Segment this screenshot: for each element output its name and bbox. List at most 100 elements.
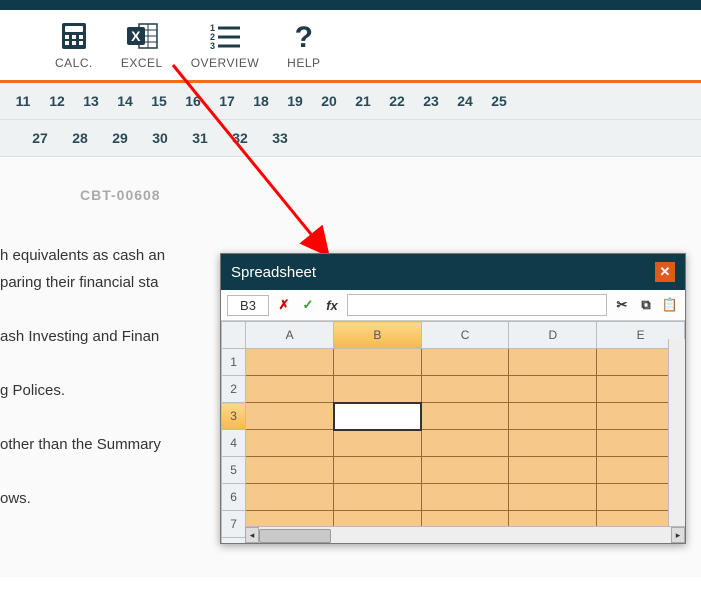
- row-header[interactable]: 2: [222, 376, 246, 403]
- question-nav-item[interactable]: 31: [180, 130, 220, 146]
- scroll-right-button[interactable]: ▸: [671, 527, 685, 543]
- cell[interactable]: [246, 430, 334, 457]
- row-header[interactable]: 7: [222, 511, 246, 538]
- svg-text:?: ?: [294, 21, 313, 51]
- question-nav-row-1: 111213141516171819202122232425: [0, 83, 701, 120]
- cancel-icon: ✗: [279, 297, 290, 312]
- scissors-icon: ✂: [617, 297, 628, 312]
- question-nav-item[interactable]: 28: [60, 130, 100, 146]
- question-nav-item[interactable]: 22: [380, 93, 414, 109]
- cell[interactable]: [246, 376, 334, 403]
- paste-icon: 📋: [662, 297, 678, 312]
- question-nav-item[interactable]: 11: [6, 93, 40, 109]
- calc-tool[interactable]: CALC.: [55, 20, 93, 70]
- cell[interactable]: [509, 484, 597, 511]
- question-nav-item[interactable]: 19: [278, 93, 312, 109]
- question-nav-item[interactable]: 13: [74, 93, 108, 109]
- help-label: HELP: [287, 56, 320, 70]
- row-header[interactable]: 1: [222, 349, 246, 376]
- cell[interactable]: [246, 403, 334, 430]
- question-nav-item[interactable]: 20: [312, 93, 346, 109]
- copy-icon: ⧉: [641, 297, 650, 312]
- excel-label: EXCEL: [121, 56, 163, 70]
- close-icon: ✕: [660, 264, 671, 280]
- spreadsheet-popup: Spreadsheet ✕ B3 ✗ ✓ fx ✂ ⧉ 📋 ABCDE12345…: [220, 253, 686, 544]
- column-header[interactable]: A: [246, 322, 334, 349]
- cell[interactable]: [509, 430, 597, 457]
- cell[interactable]: [246, 349, 334, 376]
- accept-formula-button[interactable]: ✓: [299, 297, 317, 313]
- cell[interactable]: [334, 349, 422, 376]
- column-header[interactable]: D: [509, 322, 597, 349]
- help-icon: ?: [293, 20, 315, 52]
- overview-label: OVERVIEW: [191, 56, 259, 70]
- row-header[interactable]: 5: [222, 457, 246, 484]
- cancel-formula-button[interactable]: ✗: [275, 297, 293, 313]
- cell[interactable]: [421, 349, 509, 376]
- row-header[interactable]: 4: [222, 430, 246, 457]
- cell[interactable]: [334, 484, 422, 511]
- cell[interactable]: [334, 376, 422, 403]
- question-nav-item[interactable]: 16: [176, 93, 210, 109]
- check-icon: ✓: [303, 297, 314, 312]
- question-nav-item[interactable]: 18: [244, 93, 278, 109]
- question-nav-item[interactable]: 32: [220, 130, 260, 146]
- question-nav-item[interactable]: 27: [20, 130, 60, 146]
- fx-label: fx: [323, 298, 341, 313]
- question-nav-item[interactable]: 15: [142, 93, 176, 109]
- spreadsheet-titlebar[interactable]: Spreadsheet ✕: [221, 254, 685, 290]
- formula-bar: B3 ✗ ✓ fx ✂ ⧉ 📋: [221, 290, 685, 321]
- overview-tool[interactable]: 123 OVERVIEW: [191, 20, 259, 70]
- cell[interactable]: [421, 484, 509, 511]
- cell[interactable]: [334, 457, 422, 484]
- cell[interactable]: [509, 457, 597, 484]
- cell[interactable]: [421, 403, 509, 430]
- cell[interactable]: [509, 376, 597, 403]
- cell[interactable]: [246, 484, 334, 511]
- cell-reference-box[interactable]: B3: [227, 295, 269, 316]
- question-nav-item[interactable]: 14: [108, 93, 142, 109]
- column-header[interactable]: C: [421, 322, 509, 349]
- spreadsheet-close-button[interactable]: ✕: [655, 262, 675, 282]
- cell[interactable]: [421, 376, 509, 403]
- cell[interactable]: [421, 457, 509, 484]
- horizontal-scrollbar[interactable]: ◂ ▸: [245, 526, 685, 543]
- calculator-icon: [59, 20, 89, 52]
- cell[interactable]: [509, 403, 597, 430]
- cell[interactable]: [509, 349, 597, 376]
- question-nav-item[interactable]: 29: [100, 130, 140, 146]
- scroll-thumb[interactable]: [259, 529, 331, 543]
- question-nav-row-2: 27282930313233: [0, 120, 701, 157]
- main-toolbar: CALC. X EXCEL 123 OVERVIEW ? HELP: [0, 10, 701, 83]
- scroll-left-button[interactable]: ◂: [245, 527, 259, 543]
- cut-button[interactable]: ✂: [613, 297, 631, 313]
- row-header[interactable]: 6: [222, 484, 246, 511]
- svg-text:X: X: [131, 28, 141, 44]
- row-header[interactable]: 3: [222, 403, 246, 430]
- question-nav-item[interactable]: 30: [140, 130, 180, 146]
- cell[interactable]: [246, 457, 334, 484]
- column-header[interactable]: B: [334, 322, 422, 349]
- question-nav-item[interactable]: 12: [40, 93, 74, 109]
- question-nav-item[interactable]: 24: [448, 93, 482, 109]
- vertical-scrollbar[interactable]: [668, 339, 685, 527]
- question-nav-item[interactable]: 33: [260, 130, 300, 146]
- copy-button[interactable]: ⧉: [637, 297, 655, 313]
- calc-label: CALC.: [55, 56, 93, 70]
- overview-icon: 123: [208, 20, 242, 52]
- cell[interactable]: [421, 430, 509, 457]
- formula-input[interactable]: [347, 294, 607, 316]
- cell[interactable]: [334, 403, 422, 430]
- help-tool[interactable]: ? HELP: [287, 20, 320, 70]
- paste-button[interactable]: 📋: [661, 297, 679, 313]
- question-nav-item[interactable]: 21: [346, 93, 380, 109]
- question-nav-item[interactable]: 23: [414, 93, 448, 109]
- spreadsheet-title-text: Spreadsheet: [231, 264, 316, 281]
- question-nav-item[interactable]: 25: [482, 93, 516, 109]
- question-nav-item[interactable]: 17: [210, 93, 244, 109]
- row-header[interactable]: 8: [222, 538, 246, 544]
- cell[interactable]: [334, 430, 422, 457]
- app-top-strip: [0, 0, 701, 10]
- spreadsheet-grid[interactable]: ABCDE123456789: [221, 321, 685, 543]
- excel-tool[interactable]: X EXCEL: [121, 20, 163, 70]
